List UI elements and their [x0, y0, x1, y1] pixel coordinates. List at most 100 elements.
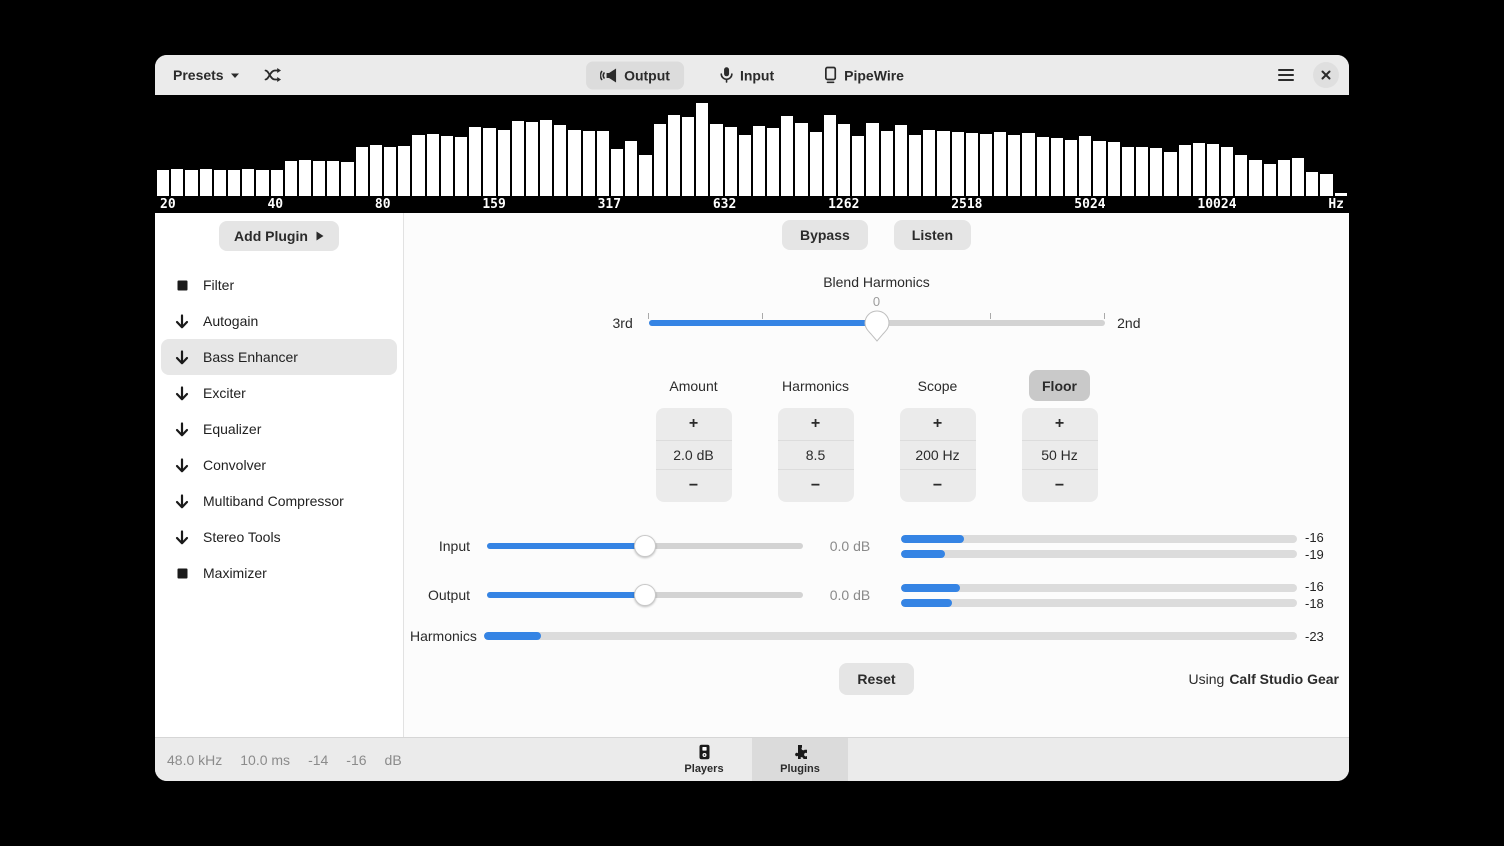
play-arrow-icon — [316, 231, 324, 241]
sidebar-item-exciter[interactable]: Exciter — [161, 375, 397, 411]
device-tab-pipewire[interactable]: PipeWire — [810, 61, 918, 90]
spectrum-bar — [781, 116, 793, 196]
output-gain-label: Output — [404, 587, 470, 603]
floor-value[interactable]: 50 Hz — [1022, 440, 1098, 470]
bass-enhancer-panel: Bypass Listen Blend Harmonics 0 3rd — [404, 213, 1349, 737]
sidebar-item-filter[interactable]: Filter — [161, 267, 397, 303]
bottom-tab-plugins[interactable]: Plugins — [752, 738, 848, 781]
floor-increment-button[interactable]: + — [1022, 408, 1098, 440]
presets-button[interactable]: Presets — [165, 62, 248, 88]
floor-toggle-button[interactable]: Floor — [1029, 370, 1090, 401]
spectrum-analyzer: 20408015931763212622518502410024Hz — [155, 95, 1349, 213]
sidebar-item-maximizer[interactable]: Maximizer — [161, 555, 397, 591]
spinner-group: Amount+2.0 dB−Harmonics+8.5−Scope+200 Hz… — [404, 370, 1349, 502]
output-meter-db-left: -16 — [1305, 579, 1337, 594]
spectrum-bar — [895, 125, 907, 196]
scope-increment-button[interactable]: + — [900, 408, 976, 440]
header-bar: Presets Output Input PipeWire — [155, 55, 1349, 95]
easyeffects-window: Presets OutputInputPipeWire 204080159317… — [155, 55, 1349, 781]
add-plugin-button[interactable]: Add Plugin — [219, 221, 339, 251]
spectrum-bar — [1264, 164, 1276, 196]
spectrum-bar — [866, 123, 878, 197]
spectrum-bar — [952, 132, 964, 196]
input-slider-handle[interactable] — [634, 535, 656, 557]
scope-spinner: Scope+200 Hz− — [900, 370, 976, 502]
close-window-button[interactable] — [1313, 62, 1339, 88]
sidebar-item-label: Convolver — [203, 457, 266, 473]
spectrum-bar — [611, 149, 623, 196]
frequency-tick-label: Hz — [1328, 197, 1344, 212]
spectrum-bar — [639, 155, 651, 196]
blend-value: 0 — [613, 294, 1141, 310]
spectrum-bar — [327, 161, 339, 196]
harmonics-increment-button[interactable]: + — [778, 408, 854, 440]
sidebar-item-bass-enhancer[interactable]: Bass Enhancer — [161, 339, 397, 375]
bypass-button[interactable]: Bypass — [782, 220, 868, 250]
close-icon — [1321, 70, 1331, 80]
output-slider-fill — [487, 592, 645, 598]
square-icon — [175, 280, 189, 291]
sidebar-item-equalizer[interactable]: Equalizer — [161, 411, 397, 447]
spectrum-bar — [909, 135, 921, 196]
scope-decrement-button[interactable]: − — [900, 470, 976, 502]
harmonics-meter-fill — [484, 632, 541, 640]
chevron-down-icon — [230, 72, 240, 79]
output-meter-db-right: -18 — [1305, 596, 1337, 611]
input-gain-slider[interactable] — [487, 535, 803, 557]
speaker-icon — [600, 67, 617, 83]
device-tab-label: Output — [624, 67, 670, 83]
spectrum-bar — [427, 134, 439, 196]
spectrum-bar — [1320, 174, 1332, 196]
hamburger-menu-icon — [1278, 69, 1294, 81]
spectrum-bar — [810, 132, 822, 196]
output-gain-slider[interactable] — [487, 584, 803, 606]
input-slider-fill — [487, 543, 645, 549]
amount-increment-button[interactable]: + — [656, 408, 732, 440]
reset-button[interactable]: Reset — [839, 663, 913, 695]
spectrum-bar — [384, 147, 396, 196]
spectrum-bar — [1150, 148, 1162, 196]
frequency-tick-label: 159 — [482, 197, 505, 212]
input-gain-row: Input0.0 dB-16-19 — [404, 528, 1337, 564]
sidebar-item-stereo-tools[interactable]: Stereo Tools — [161, 519, 397, 555]
sidebar-item-label: Maximizer — [203, 565, 267, 581]
spectrum-bar — [767, 128, 779, 196]
sidebar-item-convolver[interactable]: Convolver — [161, 447, 397, 483]
scope-value[interactable]: 200 Hz — [900, 440, 976, 470]
device-tab-group: Output Input PipeWire — [586, 61, 918, 90]
spectrum-bar — [753, 126, 765, 196]
output-gain-row: Output0.0 dB-16-18 — [404, 577, 1337, 613]
menu-button[interactable] — [1271, 61, 1301, 89]
device-tab-output[interactable]: Output — [586, 61, 684, 89]
blend-slider[interactable] — [649, 310, 1105, 336]
sidebar-item-multiband-compressor[interactable]: Multiband Compressor — [161, 483, 397, 519]
shuffle-presets-button[interactable] — [258, 61, 288, 89]
bottom-tab-players[interactable]: Players — [656, 738, 752, 781]
spectrum-bar — [1136, 147, 1148, 196]
status-bar: 48.0 kHz 10.0 ms -14 -16 dB PlayersPlugi… — [155, 737, 1349, 781]
harmonics-decrement-button[interactable]: − — [778, 470, 854, 502]
spectrum-bars — [157, 98, 1347, 196]
sidebar-item-autogain[interactable]: Autogain — [161, 303, 397, 339]
amount-decrement-button[interactable]: − — [656, 470, 732, 502]
frequency-tick-label: 317 — [598, 197, 621, 212]
plugin-list: FilterAutogainBass EnhancerExciterEquali… — [155, 267, 403, 591]
global-level-left: -14 — [308, 752, 328, 768]
floor-decrement-button[interactable]: − — [1022, 470, 1098, 502]
spectrum-bar — [966, 133, 978, 196]
device-tab-input[interactable]: Input — [706, 61, 788, 90]
amount-value[interactable]: 2.0 dB — [656, 440, 732, 470]
listen-button[interactable]: Listen — [894, 220, 971, 250]
harmonics-value[interactable]: 8.5 — [778, 440, 854, 470]
media-player-icon — [698, 744, 711, 760]
floor-spinbutton: +50 Hz− — [1022, 408, 1098, 502]
spectrum-bar — [256, 170, 268, 196]
spectrum-bar — [540, 120, 552, 196]
arrow-down-icon — [175, 422, 189, 437]
frequency-tick-label: 1262 — [828, 197, 859, 212]
input-meter-db-left: -16 — [1305, 530, 1337, 545]
spectrum-bar — [1249, 160, 1261, 196]
blend-right-label: 2nd — [1113, 315, 1141, 331]
output-slider-handle[interactable] — [634, 584, 656, 606]
output-meter-db-values: -16-18 — [1305, 579, 1337, 611]
